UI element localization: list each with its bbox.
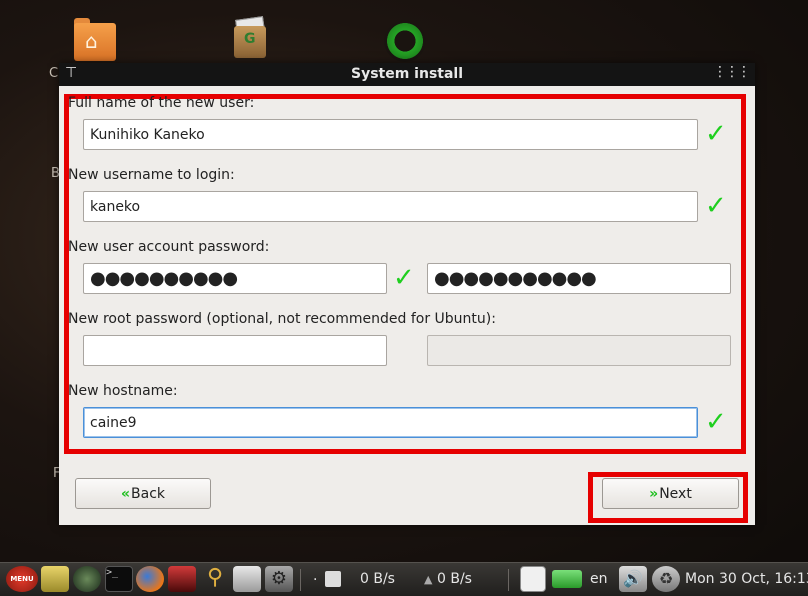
menu-label: MENU [10, 575, 34, 583]
password-confirm-input[interactable] [427, 263, 731, 294]
menu-button[interactable]: MENU [6, 566, 38, 592]
root-password-label: New root password (optional, not recomme… [68, 311, 496, 327]
desktop-label-fragment: C [49, 66, 59, 81]
password-label: New user account password: [68, 239, 270, 255]
clock[interactable]: Mon 30 Oct, 16:13 [685, 571, 808, 587]
drive-icon[interactable] [552, 570, 582, 588]
username-input[interactable] [83, 191, 698, 222]
full-name-valid-check-icon: ✓ [705, 119, 727, 149]
taskbar: MENU >_ ⚲ ⚙ . 0 B/s ▲ 0 B/s en 🔊 ♻ Mon 3… [0, 562, 808, 596]
full-name-input[interactable] [83, 119, 698, 150]
upload-arrow-icon: ▲ [424, 573, 433, 586]
tray-dot: . [313, 568, 318, 584]
keyboard-layout[interactable]: en [590, 571, 608, 587]
network-monitor-icon[interactable] [325, 571, 341, 587]
username-valid-check-icon: ✓ [705, 191, 727, 221]
window-menu-icon[interactable]: ⋮⋮⋮ [713, 64, 751, 80]
password-valid-check-icon: ✓ [393, 263, 415, 293]
hostname-input[interactable] [83, 407, 698, 438]
back-button[interactable]: « Back [75, 478, 211, 509]
globe-icon[interactable] [73, 566, 101, 592]
back-arrow-icon: « [120, 485, 131, 502]
home-folder-icon[interactable]: ⌂ [72, 16, 118, 62]
next-button-label: Next [659, 485, 692, 502]
file-cabinet-icon[interactable] [233, 566, 261, 592]
house-icon: ⌂ [85, 29, 98, 53]
full-name-label: Full name of the new user: [68, 95, 255, 111]
magnifier-icon[interactable]: ⚲ [201, 566, 229, 592]
firefox-icon[interactable] [136, 566, 164, 592]
settings-gear-icon[interactable]: ⚙ [265, 566, 293, 592]
next-arrow-icon: » [649, 485, 659, 502]
media-app-icon[interactable] [168, 566, 196, 592]
package-bag-icon[interactable]: G [228, 14, 274, 60]
root-password-input[interactable] [83, 335, 387, 366]
window-title: System install [350, 66, 464, 82]
back-button-label: Back [131, 485, 166, 502]
upload-speed: 0 B/s [437, 571, 472, 587]
sync-icon[interactable] [382, 18, 428, 64]
ruler-tool-icon[interactable] [41, 566, 69, 592]
recycle-tray-icon[interactable]: ♻ [652, 566, 680, 592]
title-bar[interactable]: ⊤ System install ⋮⋮⋮ [59, 63, 755, 86]
bag-letter: G [244, 31, 256, 47]
volume-icon[interactable]: 🔊 [619, 566, 647, 592]
password-input[interactable] [83, 263, 387, 294]
username-label: New username to login: [68, 167, 235, 183]
download-speed: 0 B/s [360, 571, 395, 587]
next-button[interactable]: » Next [602, 478, 739, 509]
root-password-confirm-input [427, 335, 731, 366]
clipboard-pen-icon[interactable] [520, 566, 546, 592]
hostname-label: New hostname: [68, 383, 178, 399]
hostname-valid-check-icon: ✓ [705, 407, 727, 437]
terminal-icon[interactable]: >_ [105, 566, 133, 592]
system-install-window: ⊤ System install ⋮⋮⋮ Full name of the ne… [59, 63, 755, 525]
